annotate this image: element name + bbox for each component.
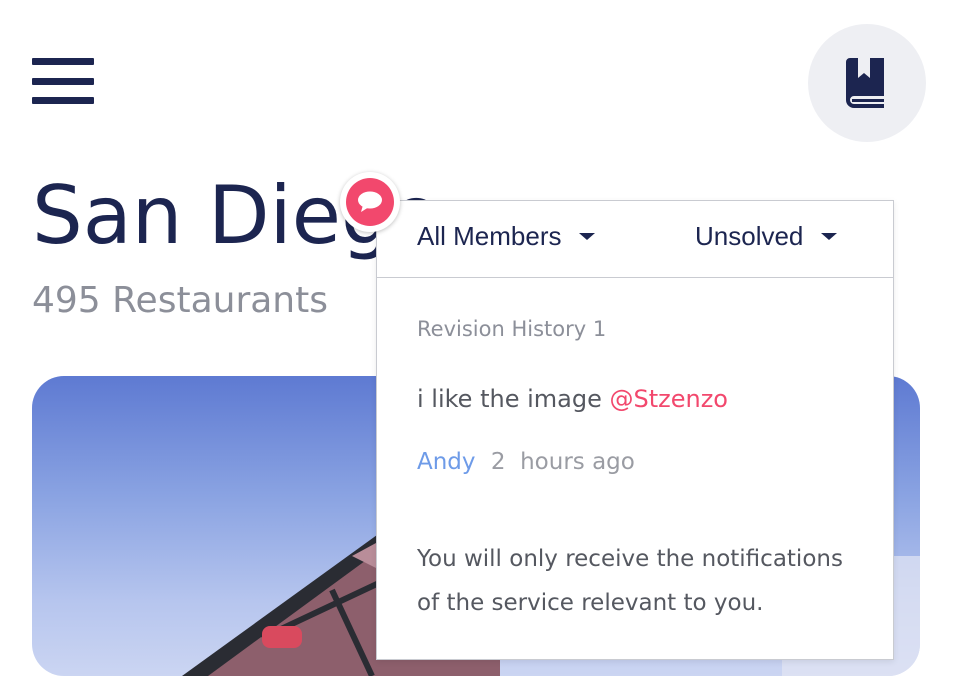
members-filter-dropdown[interactable]: All Members [417, 221, 596, 252]
comments-popover: All Members Unsolved Revision History 1 … [376, 200, 894, 660]
chat-bubble-icon [358, 191, 382, 212]
chevron-down-icon [821, 233, 838, 240]
menu-button[interactable] [32, 58, 94, 104]
comment-badge[interactable] [340, 172, 400, 232]
notification-notice: You will only receive the notifications … [417, 546, 843, 616]
comment-badge-bg [346, 178, 394, 226]
menu-bar [32, 77, 94, 85]
mention-link[interactable]: @Stzenzo [609, 385, 728, 413]
menu-bar [32, 58, 94, 65]
book-icon [846, 58, 884, 108]
comment-author-link[interactable]: Andy [417, 449, 476, 475]
comment-timestamp: 2 hours ago [490, 449, 635, 475]
menu-bar [32, 97, 94, 104]
chevron-down-icon [579, 233, 596, 240]
comment-body: i like the image [417, 385, 602, 413]
bookmark-button[interactable] [808, 24, 926, 142]
members-filter-label: All Members [417, 221, 562, 251]
status-filter-label: Unsolved [695, 221, 804, 251]
comment-text: i like the image @Stzenzo [417, 385, 728, 413]
popover-filter-bar: All Members Unsolved [377, 201, 893, 278]
comment-meta: Andy 2 hours ago [417, 449, 635, 475]
status-filter-dropdown[interactable]: Unsolved [695, 221, 838, 252]
restaurant-count: 495 Restaurants [32, 280, 328, 321]
revision-history-label: Revision History 1 [417, 317, 607, 341]
